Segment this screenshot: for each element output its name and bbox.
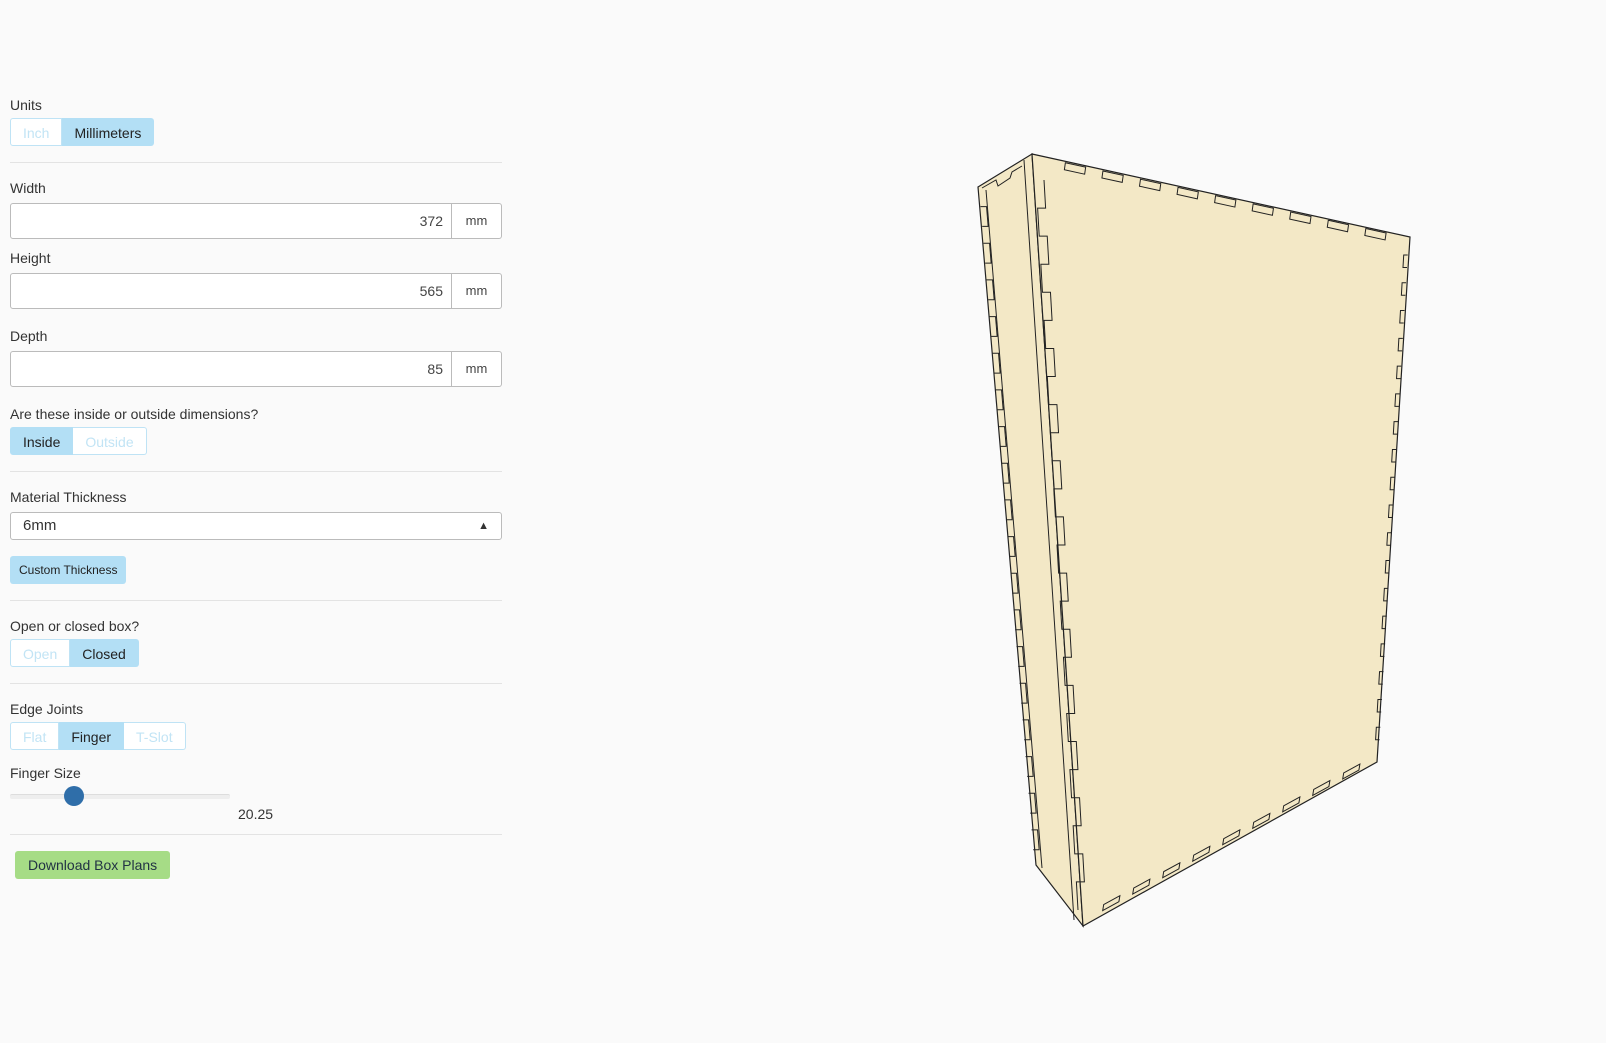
inside-outside-toggle: Inside Outside — [10, 427, 147, 455]
units-inch-option[interactable]: Inch — [10, 118, 63, 146]
divider — [10, 834, 502, 835]
finger-size-slider[interactable] — [10, 786, 230, 808]
divider — [10, 683, 502, 684]
open-closed-label: Open or closed box? — [10, 618, 140, 634]
box-front-face — [1031, 153, 1411, 927]
custom-thickness-button[interactable]: Custom Thickness — [10, 556, 127, 584]
width-input[interactable]: 372 — [10, 203, 452, 239]
finger-option[interactable]: Finger — [59, 722, 125, 750]
edge-joints-label: Edge Joints — [10, 701, 84, 717]
closed-option[interactable]: Closed — [70, 639, 139, 667]
material-thickness-select[interactable]: 6mm ▲ — [10, 512, 502, 540]
finger-size-value: 20.25 — [238, 806, 274, 822]
inside-outside-label: Are these inside or outside dimensions? — [10, 406, 259, 422]
units-label: Units — [10, 97, 42, 113]
finger-size-label: Finger Size — [10, 765, 81, 781]
download-box-plans-button[interactable]: Download Box Plans — [15, 851, 171, 879]
t-slot-option[interactable]: T-Slot — [124, 722, 186, 750]
height-label: Height — [10, 250, 51, 266]
height-field: 565 mm — [10, 273, 502, 309]
material-thickness-label: Material Thickness — [10, 489, 127, 505]
depth-field: 85 mm — [10, 351, 502, 387]
height-input[interactable]: 565 — [10, 273, 452, 309]
width-unit: mm — [452, 203, 502, 239]
inside-option[interactable]: Inside — [10, 427, 74, 455]
settings-panel: Units Inch Millimeters Width 372 mm Heig… — [10, 96, 502, 879]
edge-joints-toggle: Flat Finger T-Slot — [10, 722, 186, 750]
divider — [10, 471, 502, 472]
open-closed-toggle: Open Closed — [10, 639, 139, 667]
depth-unit: mm — [452, 351, 502, 387]
select-caret-icon: ▲ — [478, 520, 489, 532]
depth-label: Depth — [10, 328, 48, 344]
width-label: Width — [10, 180, 46, 196]
flat-option[interactable]: Flat — [10, 722, 60, 750]
depth-input[interactable]: 85 — [10, 351, 452, 387]
divider — [10, 600, 502, 601]
divider — [10, 162, 502, 163]
open-option[interactable]: Open — [10, 639, 71, 667]
width-field: 372 mm — [10, 203, 502, 239]
outside-option[interactable]: Outside — [73, 427, 147, 455]
units-toggle: Inch Millimeters — [10, 118, 155, 146]
units-millimeters-option[interactable]: Millimeters — [62, 118, 155, 146]
slider-track — [10, 794, 230, 799]
box-render — [977, 152, 1411, 928]
height-unit: mm — [452, 273, 502, 309]
material-thickness-value: 6mm — [23, 517, 57, 534]
box-3d-preview[interactable] — [960, 140, 1440, 945]
slider-thumb[interactable] — [64, 786, 84, 806]
